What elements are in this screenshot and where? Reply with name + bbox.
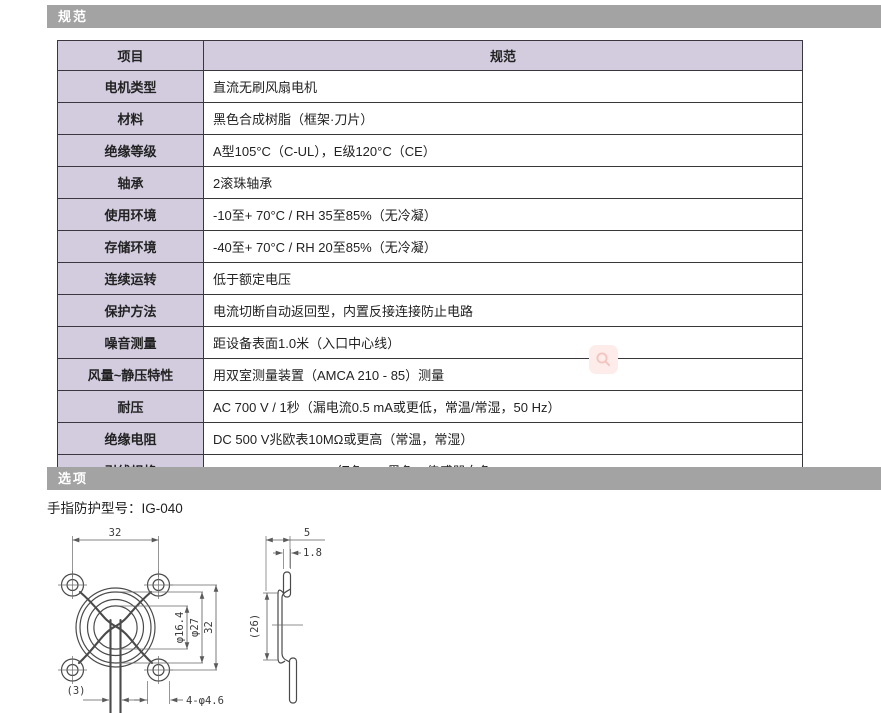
spec-table: 项目 规范 电机类型直流无刷风扇电机材料黑色合成树脂（框架·刀片）绝缘等级A型1… [57, 40, 803, 487]
dim-front-height: 32 [203, 621, 215, 634]
spec-item-label: 存储环境 [58, 231, 204, 263]
spec-item-label: 耐压 [58, 391, 204, 423]
table-row: 保护方法电流切断自动返回型，内置反接连接防止电路 [58, 295, 803, 327]
table-row: 耐压AC 700 V / 1秒（漏电流0.5 mA或更低，常温/常湿，50 Hz… [58, 391, 803, 423]
spec-item-label: 轴承 [58, 167, 204, 199]
spec-value: AC 700 V / 1秒（漏电流0.5 mA或更低，常温/常湿，50 Hz） [204, 391, 803, 423]
spec-value: -40至+ 70°C / RH 20至85%（无冷凝） [204, 231, 803, 263]
spec-value: DC 500 V兆欧表10MΩ或更高（常温，常湿） [204, 423, 803, 455]
table-row: 使用环境-10至+ 70°C / RH 35至85%（无冷凝） [58, 199, 803, 231]
table-row: 电机类型直流无刷风扇电机 [58, 71, 803, 103]
spec-item-label: 绝缘等级 [58, 135, 204, 167]
dim-side-height: (26) [249, 614, 261, 639]
table-row: 绝缘等级A型105°C（C-UL），E级120°C（CE） [58, 135, 803, 167]
spec-item-label: 材料 [58, 103, 204, 135]
dim-side-depth: 5 [304, 527, 310, 539]
column-header-item: 项目 [58, 41, 204, 71]
spec-table-body: 电机类型直流无刷风扇电机材料黑色合成树脂（框架·刀片）绝缘等级A型105°C（C… [58, 71, 803, 487]
finger-guard-front-view: 32 φ16.4 φ27 32 (3) 4-φ4.6 [58, 527, 224, 713]
table-row: 材料黑色合成树脂（框架·刀片） [58, 103, 803, 135]
spec-item-label: 风量~静压特性 [58, 359, 204, 391]
spec-value: 低于额定电压 [204, 263, 803, 295]
table-row: 轴承2滚珠轴承 [58, 167, 803, 199]
spec-value: A型105°C（C-UL），E级120°C（CE） [204, 135, 803, 167]
finger-guard-side-view: 5 1.8 (26) [249, 527, 325, 703]
spec-item-label: 连续运转 [58, 263, 204, 295]
table-row: 绝缘电阻DC 500 V兆欧表10MΩ或更高（常温，常湿） [58, 423, 803, 455]
table-row: 噪音测量距设备表面1.0米（入口中心线） [58, 327, 803, 359]
spec-item-label: 使用环境 [58, 199, 204, 231]
finger-guard-drawing: 32 φ16.4 φ27 32 (3) 4-φ4.6 5 [45, 523, 375, 713]
spec-item-label: 电机类型 [58, 71, 204, 103]
finger-guard-model-label: 手指防护型号：IG-040 [47, 497, 183, 517]
table-row: 风量~静压特性用双室测量装置（AMCA 210 - 85）测量 [58, 359, 803, 391]
spec-value: 电流切断自动返回型，内置反接连接防止电路 [204, 295, 803, 327]
search-icon [595, 351, 612, 368]
table-row: 连续运转低于额定电压 [58, 263, 803, 295]
magnifier-icon[interactable] [589, 345, 618, 374]
spec-item-label: 噪音测量 [58, 327, 204, 359]
table-row: 存储环境-40至+ 70°C / RH 20至85%（无冷凝） [58, 231, 803, 263]
dim-side-thickness: 1.8 [303, 547, 322, 559]
spec-value: 2滚珠轴承 [204, 167, 803, 199]
spec-value: -10至+ 70°C / RH 35至85%（无冷凝） [204, 199, 803, 231]
section-header-options: 选项 [47, 467, 881, 490]
column-header-spec: 规范 [204, 41, 803, 71]
dim-inner-diameter: φ16.4 [174, 612, 186, 644]
spec-item-label: 保护方法 [58, 295, 204, 327]
dim-wire-gap: (3) [67, 685, 86, 697]
section-header-spec: 规范 [47, 5, 881, 28]
dim-outer-diameter: φ27 [189, 618, 201, 637]
dim-front-width: 32 [109, 527, 122, 539]
table-header-row: 项目 规范 [58, 41, 803, 71]
spec-value: 距设备表面1.0米（入口中心线） [204, 327, 803, 359]
dim-mount-holes: 4-φ4.6 [186, 695, 224, 707]
spec-value: 用双室测量装置（AMCA 210 - 85）测量 [204, 359, 803, 391]
spec-value: 黑色合成树脂（框架·刀片） [204, 103, 803, 135]
spec-value: 直流无刷风扇电机 [204, 71, 803, 103]
spec-item-label: 绝缘电阻 [58, 423, 204, 455]
